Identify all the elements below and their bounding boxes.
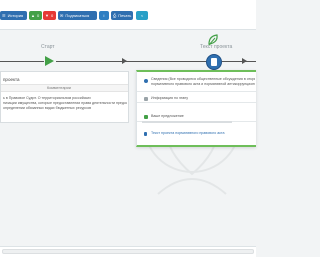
history-button[interactable]: ☰ История	[0, 11, 27, 20]
comments-bar[interactable]: Комментарии	[1, 84, 128, 92]
subscribe-icon: ✉	[60, 12, 64, 18]
likes-count: 0	[36, 13, 40, 18]
timeline-arrow	[242, 58, 247, 64]
panel-description: ь в Правовое Судит. О территориальном ро…	[3, 96, 127, 111]
history-label: История	[7, 13, 24, 18]
thumbs-up-icon: ▲	[31, 12, 35, 18]
description-line: определении обязанных видах бюджетных ре…	[3, 106, 92, 110]
print-label: Печать	[118, 13, 132, 18]
text-stage-node[interactable]	[206, 54, 222, 70]
stage-start-label: Старт	[41, 44, 55, 50]
toolbar: ☰ История ▲ 0 ▼ 0 ✉ Подписаться i ⎙ Печа…	[0, 0, 256, 30]
notice-line: Сведения (Все проводятся общественные об…	[151, 77, 255, 81]
stage-info-label: Информация по этапу	[151, 96, 189, 100]
share-button[interactable]: <	[136, 11, 148, 20]
document-link[interactable]: Текст проекта нормативного правового акт…	[151, 131, 255, 136]
stage-start-panel: проекта Комментарии ь в Правовое Судит. …	[0, 71, 129, 123]
timeline-arrow	[122, 58, 127, 64]
leaf-icon	[208, 34, 218, 46]
notice-text: Сведения (Все проводятся общественные об…	[151, 77, 255, 86]
info-icon	[144, 79, 148, 83]
play-icon[interactable]	[45, 56, 54, 66]
document-icon	[211, 58, 217, 66]
dislike-button[interactable]: ▼ 0	[43, 11, 56, 20]
history-icon: ☰	[2, 12, 6, 18]
comments-label: Комментарии	[47, 86, 71, 90]
notice-line: нормативного правового акта и нормативно…	[151, 81, 255, 86]
subscribe-button[interactable]: ✉ Подписаться	[58, 11, 97, 20]
text-stage-panel: Сведения (Все проводятся общественные об…	[136, 70, 257, 147]
dislikes-count: 0	[50, 13, 54, 18]
suggestion-icon	[144, 115, 148, 119]
timeline-track	[56, 61, 206, 62]
suggestion-divider	[142, 121, 232, 123]
info-icon: i	[103, 13, 105, 18]
bottom-scrollbar	[0, 246, 256, 257]
suggestion-section[interactable]: Ваше предложение	[137, 111, 257, 123]
suggestion-label: Ваше предложение	[151, 114, 184, 118]
thumbs-down-icon: ▼	[45, 12, 49, 18]
document-icon	[144, 132, 147, 136]
document-section[interactable]: Текст проекта нормативного правового акт…	[137, 127, 257, 139]
print-button[interactable]: ⎙ Печать	[111, 11, 133, 20]
notice-section: Сведения (Все проводятся общественные об…	[137, 72, 257, 92]
list-icon	[144, 97, 148, 101]
info-button[interactable]: i	[99, 11, 109, 20]
stage-info-section[interactable]: Информация по этапу	[137, 93, 257, 103]
subscribe-label: Подписаться	[65, 13, 90, 18]
timeline-track	[222, 61, 256, 62]
timeline-track	[0, 61, 44, 62]
panel-title: проекта	[3, 77, 20, 82]
share-icon: <	[140, 13, 144, 18]
scrollbar-thumb[interactable]	[2, 249, 254, 254]
like-button[interactable]: ▲ 0	[29, 11, 42, 20]
print-icon: ⎙	[113, 12, 117, 18]
